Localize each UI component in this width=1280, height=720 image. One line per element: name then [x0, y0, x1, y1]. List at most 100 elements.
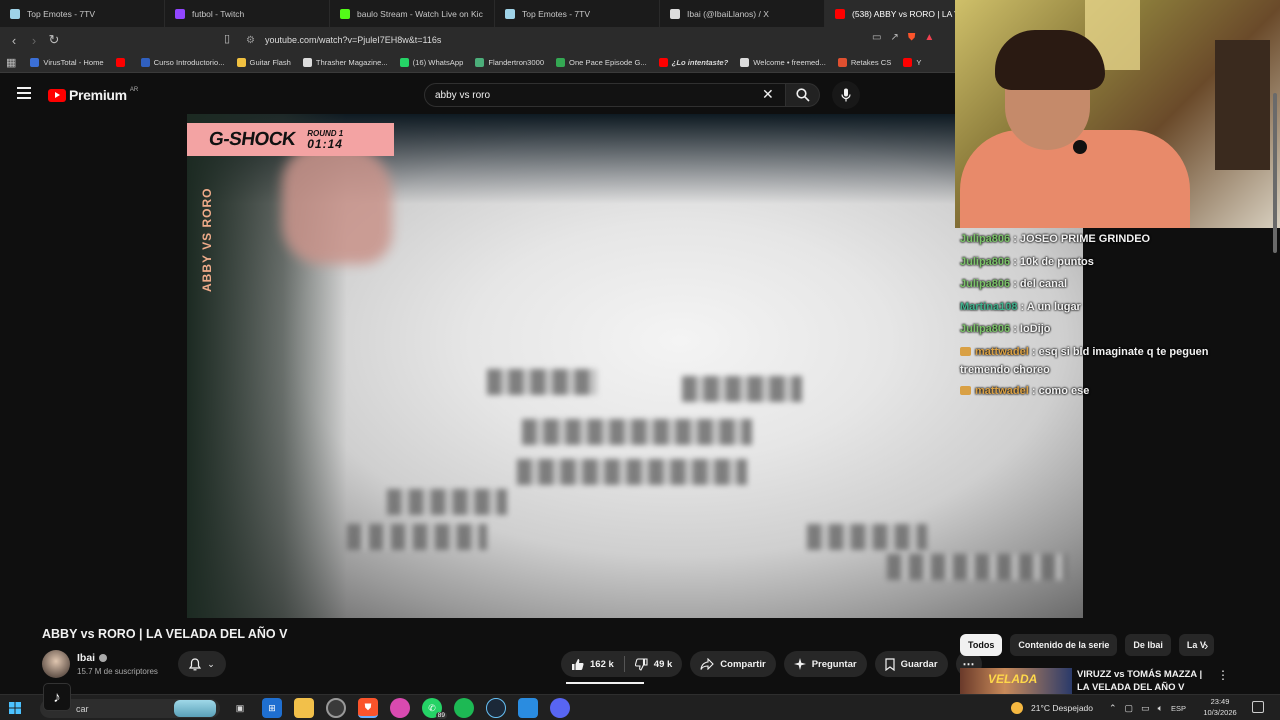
microphone-icon — [841, 88, 851, 102]
chat-separator: : — [1010, 323, 1020, 335]
bookmark-item[interactable]: Thrasher Magazine... — [302, 58, 388, 67]
task-view-icon[interactable]: ▣ — [230, 698, 250, 718]
tab-label: futbol - Twitch — [192, 8, 245, 19]
brave-shield-icon[interactable]: ⛊ — [908, 32, 916, 43]
bookmark-item[interactable] — [115, 58, 129, 67]
bookmark-favicon-icon — [837, 58, 847, 67]
chrome-like-browser-icon[interactable] — [326, 698, 346, 718]
steam-icon[interactable] — [486, 698, 506, 718]
discord-icon[interactable] — [550, 698, 570, 718]
like-button[interactable]: 162 k — [561, 651, 624, 677]
bookmark-item[interactable]: ¿Lo intentaste? — [658, 58, 728, 67]
ask-button[interactable]: Preguntar — [783, 651, 867, 677]
chat-username[interactable]: Julipa806 — [960, 233, 1010, 245]
bookmark-item[interactable]: VirusTotal - Home — [30, 58, 104, 67]
channel-avatar[interactable] — [42, 650, 70, 678]
blue-app-icon[interactable] — [518, 698, 538, 718]
site-info-icon[interactable]: ⚙ — [246, 35, 255, 46]
tab-favicon-icon — [835, 8, 845, 19]
browser-tab[interactable]: Top Emotes - 7TV — [0, 0, 165, 27]
notification-center-icon[interactable] — [1252, 701, 1264, 713]
channel-name-row[interactable]: Ibai — [77, 652, 108, 664]
recommendation-title[interactable]: VIRUZZ vs TOMÁS MAZZA | LA VELADA DEL AÑ… — [1077, 668, 1212, 694]
filter-chip[interactable]: La V — [1178, 634, 1214, 656]
pink-app-icon[interactable] — [390, 698, 410, 718]
bookmark-favicon-icon — [115, 58, 125, 67]
chat-username[interactable]: Julipa806 — [960, 256, 1010, 268]
chat-username[interactable]: Julipa806 — [960, 278, 1010, 290]
browser-tab[interactable]: baulo Stream - Watch Live on Kic — [330, 0, 495, 27]
microsoft-store-icon[interactable]: ⊞ — [262, 698, 282, 718]
chat-username[interactable]: Julipa806 — [960, 323, 1010, 335]
brave-browser-icon[interactable]: ⛊ — [358, 698, 378, 718]
language-indicator[interactable]: ESP — [1171, 704, 1186, 713]
whatsapp-icon[interactable]: ✆ 89 — [422, 698, 447, 719]
bookmark-label: Welcome • freemed... — [753, 58, 826, 67]
bookmark-item[interactable]: Curso Introductorio... — [140, 58, 225, 67]
filter-chip[interactable]: Contenido de la serie — [1010, 634, 1118, 656]
webcam-shelf — [1215, 40, 1270, 170]
share-button[interactable]: Compartir — [690, 651, 776, 677]
bookmark-item[interactable]: Guitar Flash — [236, 58, 291, 67]
bookmark-item[interactable]: Y — [903, 58, 921, 67]
video-player[interactable]: G-SHOCK ROUND 1 01:14 ABBY VS RORO — [187, 114, 1083, 618]
forward-icon[interactable]: › — [24, 33, 44, 48]
windows-start-icon[interactable] — [0, 701, 30, 714]
bookmark-item[interactable]: Welcome • freemed... — [740, 58, 826, 67]
bluetooth-icon[interactable]: ▢ — [1125, 703, 1134, 714]
bookmark-favicon-icon — [740, 58, 750, 67]
youtube-premium-logo[interactable]: Premium AR — [48, 87, 138, 103]
browser-tab[interactable]: Top Emotes - 7TV — [495, 0, 660, 27]
weather-text[interactable]: 21°C Despejado — [1031, 703, 1093, 713]
chat-username[interactable]: Martina108 — [960, 301, 1017, 313]
round-timer: 01:14 — [307, 136, 343, 151]
rewards-icon[interactable]: ▲ — [924, 32, 934, 43]
voice-search-button[interactable] — [832, 81, 860, 109]
bookmark-icon[interactable]: ▯ — [224, 32, 230, 45]
chat-username[interactable]: mattwadel — [975, 346, 1029, 358]
dislike-count: 49 k — [653, 658, 673, 670]
filter-chip[interactable]: De Ibai — [1125, 634, 1171, 656]
taskbar-system-area: 21°C Despejado ⌃ ▢ ▭ 🔈︎ ESP — [1011, 695, 1186, 720]
subscriber-badge-icon — [960, 347, 971, 357]
clear-search-icon[interactable]: ✕ — [762, 86, 774, 103]
chat-message: mattwadel : como ese — [955, 380, 1275, 403]
taskbar-clock[interactable]: 23:49 10/3/2026 — [1200, 697, 1240, 718]
chevron-up-icon[interactable]: ⌃ — [1109, 703, 1117, 714]
chat-separator: : — [1010, 233, 1020, 245]
chevron-right-icon[interactable]: › — [1204, 638, 1208, 653]
tab-favicon-icon — [175, 8, 185, 19]
subscription-bell-button[interactable]: ⌄ — [178, 651, 226, 677]
more-vertical-icon[interactable]: ⋮ — [1217, 668, 1229, 682]
volume-icon[interactable]: 🔈︎ — [1158, 703, 1163, 714]
bookmark-item[interactable]: One Pace Episode G... — [556, 58, 647, 67]
save-button[interactable]: Guardar — [874, 651, 948, 677]
hamburger-menu-icon[interactable] — [17, 87, 31, 99]
page-scrollbar[interactable] — [1273, 93, 1277, 253]
share-icon[interactable]: ↗ — [890, 32, 898, 43]
bookmark-favicon-icon — [236, 58, 246, 67]
apps-grid-icon[interactable]: ▦ — [6, 56, 16, 69]
dislike-button[interactable]: 49 k — [625, 651, 683, 677]
browser-tab[interactable]: Ibai (@IbaiLlanos) / X — [660, 0, 825, 27]
chat-username[interactable]: mattwadel — [975, 385, 1029, 397]
bookmark-item[interactable]: Retakes CS — [837, 58, 892, 67]
recommendation-thumbnail[interactable]: VELADA — [960, 668, 1072, 694]
browser-tab[interactable]: futbol - Twitch — [165, 0, 330, 27]
bookmark-item[interactable]: Flandertron3000 — [475, 58, 544, 67]
bookmark-label: Retakes CS — [850, 58, 892, 67]
channel-name[interactable]: Ibai — [77, 652, 95, 664]
url-field[interactable]: ⚙ youtube.com/watch?v=PjuleI7EH8w&t=116s — [246, 31, 956, 49]
file-explorer-icon[interactable] — [294, 698, 314, 718]
filter-chip[interactable]: Todos — [960, 634, 1003, 656]
like-count: 162 k — [590, 658, 614, 670]
search-input[interactable]: abby vs roro — [424, 83, 786, 107]
reload-icon[interactable]: ↻ — [44, 32, 64, 48]
spotify-icon[interactable] — [454, 698, 474, 718]
tiktok-icon[interactable]: ♪ — [43, 683, 71, 711]
back-icon[interactable]: ‹ — [4, 33, 24, 48]
cast-icon[interactable]: ▭ — [872, 32, 881, 43]
search-button[interactable] — [786, 83, 820, 107]
network-icon[interactable]: ▭ — [1141, 703, 1150, 714]
bookmark-item[interactable]: (16) WhatsApp — [399, 58, 463, 67]
